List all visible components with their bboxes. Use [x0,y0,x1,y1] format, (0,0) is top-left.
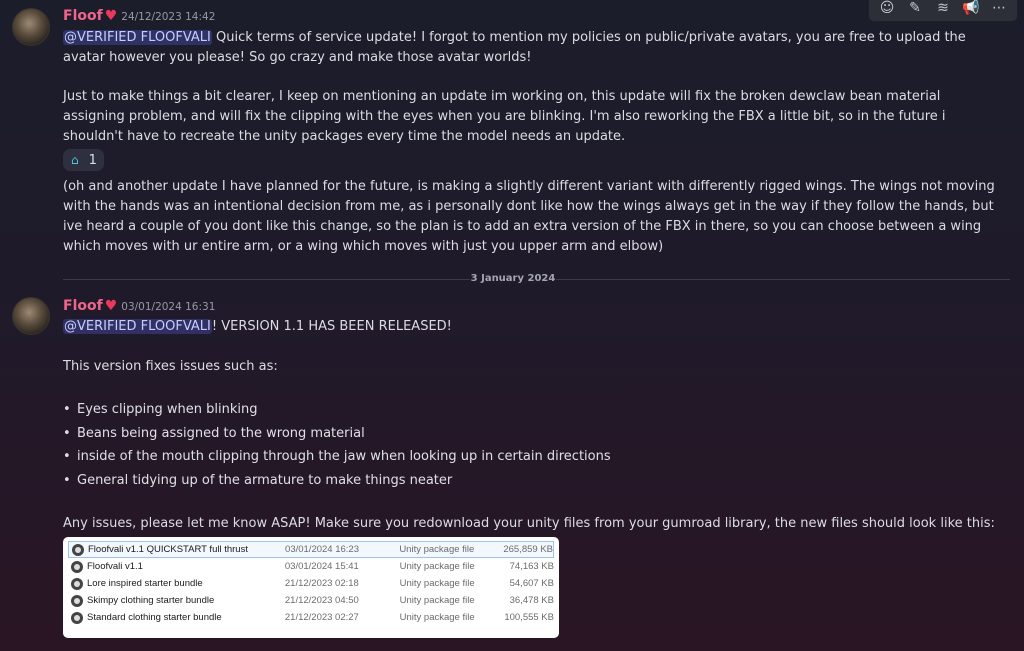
list-item: • Eyes clipping when blinking [63,402,258,417]
list-item: • inside of the mouth clipping through th… [63,449,611,464]
timestamp: 03/01/2024 16:31 [121,301,216,313]
message-paragraph: Any issues, please let me know ASAP! Mak… [63,516,995,531]
table-row: Lore inspired starter bundle 21/12/2023 … [68,575,554,592]
message-actions-toolbar: ☺ ✎ ≋ 📢 ⋯ [868,0,1018,22]
unity-icon [72,543,84,556]
username[interactable]: Floof [63,8,103,24]
forward-icon[interactable]: ≋ [929,0,957,20]
timestamp: 24/12/2023 14:42 [121,11,216,23]
table-row: Floofvali v1.1 03/01/2024 15:41 Unity pa… [68,558,554,575]
list-item: • General tidying up of the armature to m… [63,472,453,488]
table-row: Standard clothing starter bundle 21/12/2… [68,609,554,626]
table-row: Skimpy clothing starter bundle 21/12/202… [68,592,554,609]
edit-icon[interactable]: ✎ [901,0,929,20]
file-list-image[interactable]: Floofvali v1.1 QUICKSTART full thrust 03… [63,537,559,638]
username[interactable]: Floof [63,298,103,314]
message-header: Floof ♥ 03/01/2024 16:31 [63,298,215,314]
bullet-list: • Eyes clipping when blinking • Beans bein… [63,400,611,494]
message-paragraph: This version fixes issues such as: [63,359,278,374]
message-paragraph: (oh and another update I have planned fo… [63,179,995,254]
unity-icon [71,577,83,590]
list-item: • Beans being assigned to the wrong mater… [63,425,365,441]
megaphone-icon[interactable]: 📢 [957,0,985,20]
date-divider-label: 3 January 2024 [470,273,556,284]
more-icon[interactable]: ⋯ [985,0,1013,20]
user-mention[interactable]: @VERIFIED FLOOFVALI [63,30,212,45]
house-emoji-icon: ⌂ [71,153,79,167]
message-paragraph: @VERIFIED FLOOFVALI Quick terms of servi… [63,28,1003,68]
message-text: ! VERSION 1.1 HAS BEEN RELEASED! [211,319,452,334]
avatar[interactable] [12,297,50,335]
unity-icon [71,611,83,624]
emoji-icon[interactable]: ☺ [873,0,901,20]
heart-icon: ♥ [104,8,118,24]
reaction-chip[interactable]: ⌂ 1 [63,149,104,171]
reaction-count: 1 [88,152,97,168]
avatar[interactable] [12,8,50,46]
unity-icon [71,560,83,573]
message-paragraph: Just to make things a bit clearer, I kee… [63,89,946,144]
message-paragraph: @VERIFIED FLOOFVALI! VERSION 1.1 HAS BEE… [63,317,1003,337]
message-header: Floof ♥ 24/12/2023 14:42 [63,8,215,24]
heart-icon: ♥ [104,298,118,314]
table-row: Floofvali v1.1 QUICKSTART full thrust 03… [68,541,554,558]
unity-icon [71,594,83,607]
user-mention[interactable]: @VERIFIED FLOOFVALI [63,319,212,334]
